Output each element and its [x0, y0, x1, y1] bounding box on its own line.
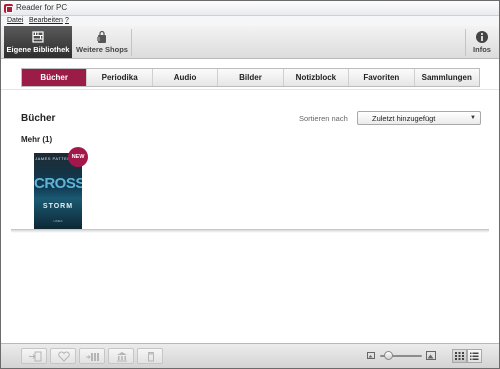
trash-icon — [148, 352, 154, 362]
zoom-slider-thumb[interactable] — [383, 351, 393, 360]
bookshelf — [11, 229, 489, 233]
sort-dropdown[interactable]: Zuletzt hinzugefügt ▼ — [357, 111, 481, 125]
book-publisher: LIMES — [53, 219, 63, 223]
tab-periodika[interactable]: Periodika — [87, 69, 153, 86]
favorite-heart-icon — [58, 351, 70, 362]
dropdown-arrow-icon: ▼ — [470, 115, 476, 121]
shops-button[interactable]: Weitere Shops — [73, 26, 131, 58]
delete-button[interactable] — [137, 348, 163, 364]
library-icon — [32, 31, 44, 43]
add-to-collection-icon — [86, 353, 99, 361]
list-view-icon — [470, 352, 479, 360]
window-title: Reader for PC — [16, 3, 68, 12]
info-button[interactable]: Infos — [467, 26, 497, 58]
info-icon — [476, 31, 488, 43]
title-bar: Reader for PC — [1, 1, 499, 16]
info-label: Infos — [473, 45, 491, 54]
send-to-device-icon — [29, 351, 42, 362]
app-window: Reader for PC Datei Bearbeiten ? Eigene … — [0, 0, 500, 369]
zoom-in-icon[interactable] — [426, 351, 436, 360]
book-title-sub: STORM — [42, 203, 74, 210]
library-label: Eigene Bibliothek — [6, 45, 70, 54]
book-title-main: CROSS — [34, 175, 82, 192]
tab-notizblock[interactable]: Notizblock — [284, 69, 350, 86]
category-tabs: Bücher Periodika Audio Bilder Notizblock… — [21, 68, 480, 87]
section-title: Bücher — [21, 113, 56, 124]
tab-bilder[interactable]: Bilder — [218, 69, 284, 86]
shopping-bag-icon — [97, 30, 106, 43]
tab-sammlungen[interactable]: Sammlungen — [415, 69, 479, 86]
send-to-device-button[interactable] — [21, 348, 47, 364]
sort-label: Sortieren nach — [299, 114, 348, 123]
new-badge: NEW — [68, 147, 88, 167]
content-divider — [1, 89, 499, 90]
menu-bearbeiten[interactable]: Bearbeiten — [29, 17, 63, 24]
library-icon — [117, 352, 127, 362]
grid-view-icon — [455, 352, 464, 360]
menu-help[interactable]: ? — [65, 17, 69, 24]
shops-label: Weitere Shops — [76, 45, 128, 54]
tab-favoriten[interactable]: Favoriten — [349, 69, 415, 86]
list-view-button[interactable] — [467, 349, 482, 363]
tab-audio[interactable]: Audio — [153, 69, 219, 86]
zoom-out-icon[interactable] — [367, 352, 375, 359]
menu-bar: Datei Bearbeiten ? — [1, 16, 499, 26]
favorite-button[interactable] — [50, 348, 76, 364]
app-logo-icon — [4, 4, 13, 13]
group-title: Mehr (1) — [21, 135, 53, 144]
add-to-collection-button[interactable] — [79, 348, 105, 364]
tab-buecher[interactable]: Bücher — [22, 69, 88, 86]
toolbar-separator — [465, 29, 466, 56]
sort-selected-value: Zuletzt hinzugefügt — [372, 114, 436, 123]
library-action-button[interactable] — [108, 348, 134, 364]
library-button[interactable]: Eigene Bibliothek — [4, 26, 72, 58]
grid-view-button[interactable] — [452, 349, 467, 363]
toolbar: Eigene Bibliothek Weitere Shops Infos — [1, 26, 499, 59]
bottom-toolbar — [1, 343, 499, 368]
menu-datei[interactable]: Datei — [7, 17, 23, 24]
toolbar-separator — [131, 29, 132, 56]
